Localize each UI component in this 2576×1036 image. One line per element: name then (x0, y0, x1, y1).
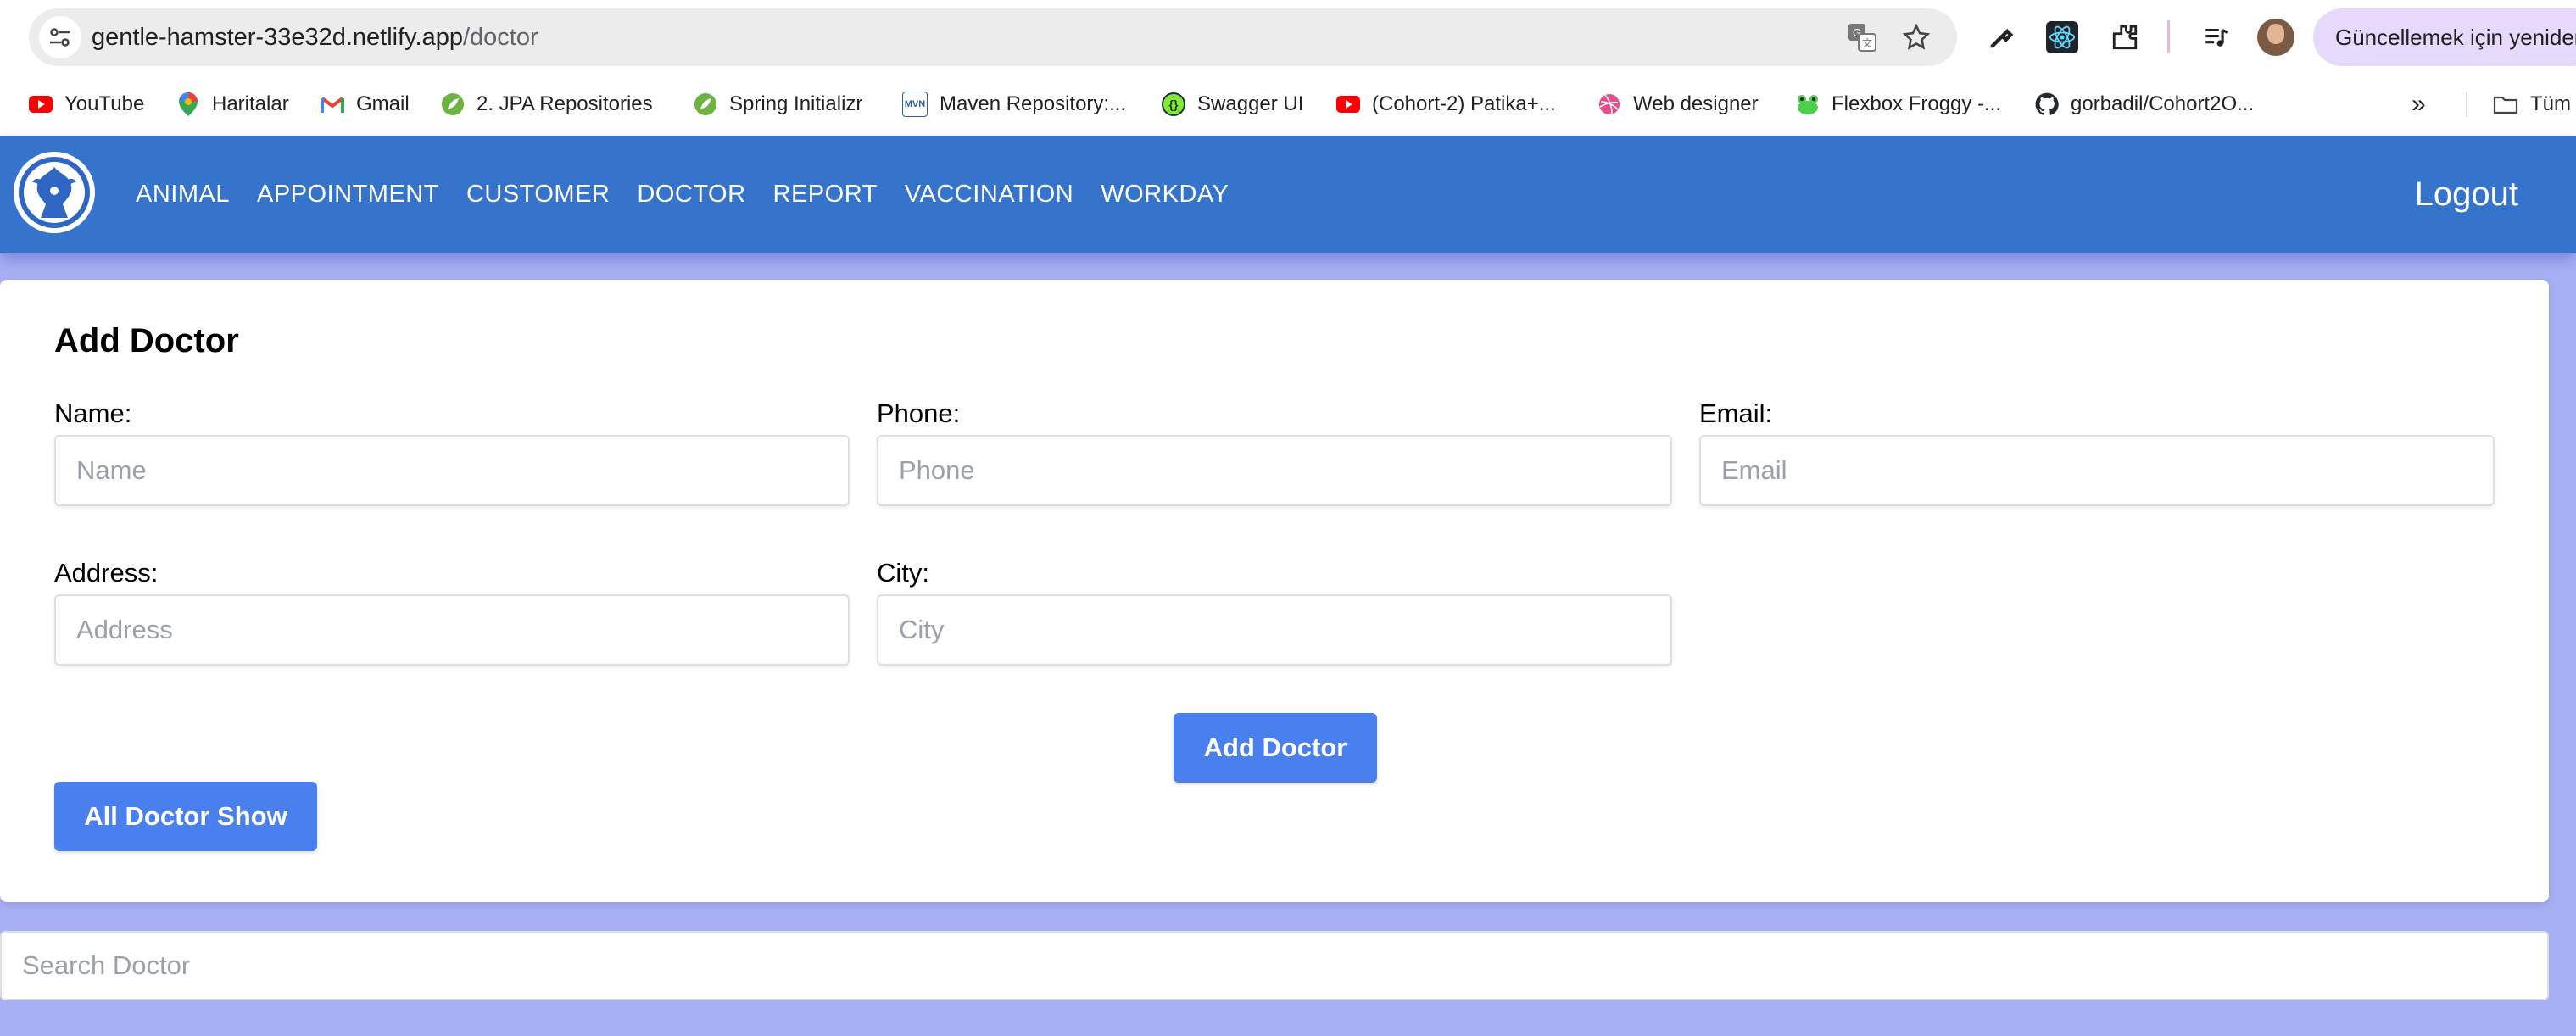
translate-icon[interactable]: G文 (1843, 19, 1881, 56)
bookmark-label: gorbadil/Cohort2O... (2071, 92, 2255, 115)
maven-icon: MVN (902, 92, 928, 117)
nav-link-vaccination[interactable]: VACCINATION (905, 181, 1073, 209)
all-doctor-show-button[interactable]: All Doctor Show (54, 782, 317, 851)
all-bookmarks-label: Tüm Yer İşaretleri (2530, 92, 2576, 115)
extensions-icon[interactable] (2105, 17, 2145, 58)
add-doctor-button[interactable]: Add Doctor (1174, 713, 1377, 783)
address-bar[interactable]: gentle-hamster-33e32d.netlify.app/doctor… (29, 8, 1957, 66)
bookmark-label: Gmail (356, 92, 410, 115)
maps-icon (176, 92, 200, 116)
url-path: /doctor (462, 24, 538, 51)
bookmark-spring-initializr[interactable]: Spring Initializr (694, 83, 862, 125)
bookmark-github-cohort[interactable]: gorbadil/Cohort2O... (2035, 83, 2254, 125)
bookmark-label: Swagger UI (1197, 92, 1304, 115)
all-bookmarks-folder[interactable]: Tüm Yer İşaretleri (2493, 83, 2576, 125)
update-browser-button[interactable]: Güncellemek için yeniden başlatın (2313, 8, 2576, 66)
toolbar-divider (2167, 20, 2170, 53)
bookmark-web-designer[interactable]: Web designer (1597, 83, 1759, 125)
bookmark-maven-repository[interactable]: MVN Maven Repository:... (902, 83, 1126, 125)
name-label: Name: (54, 398, 132, 428)
bookmark-label: Maven Repository:... (940, 92, 1127, 115)
github-icon (2035, 92, 2059, 116)
nav-links: ANIMAL APPOINTMENT CUSTOMER DOCTOR REPOR… (136, 136, 1229, 253)
svg-text:文: 文 (1862, 36, 1872, 49)
swagger-icon: {} (1162, 92, 1185, 116)
dribbble-icon (1597, 92, 1621, 116)
url-host: gentle-hamster-33e32d.netlify.app (92, 24, 463, 51)
svg-text:{}: {} (1169, 97, 1179, 111)
bookmark-youtube[interactable]: YouTube (29, 83, 144, 125)
address-input[interactable] (54, 594, 850, 666)
frog-icon (1796, 92, 1820, 116)
vet-logo-icon (19, 157, 90, 228)
email-label: Email: (1699, 398, 1773, 428)
url-text[interactable]: gentle-hamster-33e32d.netlify.app/doctor (92, 8, 538, 66)
email-input[interactable] (1699, 435, 2495, 506)
phone-label: Phone: (877, 398, 961, 428)
nav-link-report[interactable]: REPORT (773, 181, 878, 209)
bookmark-swagger-ui[interactable]: {} Swagger UI (1162, 83, 1303, 125)
bookmark-label: YouTube (64, 92, 145, 115)
youtube-icon (1336, 92, 1360, 116)
bookmark-star-icon[interactable] (1898, 19, 1935, 56)
folder-icon (2493, 94, 2518, 114)
city-label: City: (877, 558, 929, 588)
bookmark-label: Web designer (1633, 92, 1759, 115)
gmail-icon (321, 92, 344, 116)
profile-avatar[interactable] (2257, 19, 2294, 56)
bookmarks-bar: YouTube Haritalar Gmail 2. JPA Repositor… (0, 83, 2576, 125)
app-navbar: ANIMAL APPOINTMENT CUSTOMER DOCTOR REPOR… (0, 136, 2576, 253)
bookmark-gmail[interactable]: Gmail (321, 83, 410, 125)
nav-link-customer[interactable]: CUSTOMER (466, 181, 610, 209)
form-title: Add Doctor (54, 322, 239, 359)
more-bookmarks-chevron-icon[interactable]: » (2412, 83, 2426, 125)
eyedropper-icon[interactable] (1981, 17, 2021, 58)
city-input[interactable] (877, 594, 1672, 666)
bookmark-label: 2. JPA Repositories (477, 92, 653, 115)
bookmark-jpa-repositories[interactable]: 2. JPA Repositories (441, 83, 653, 125)
spring-icon (694, 92, 717, 116)
bookmark-cohort-patika[interactable]: (Cohort-2) Patika+... (1336, 83, 1556, 125)
name-input[interactable] (54, 435, 850, 506)
app-logo[interactable] (14, 152, 95, 233)
site-info-icon[interactable] (39, 16, 81, 58)
bookmark-haritalar[interactable]: Haritalar (176, 83, 289, 125)
media-playlist-icon[interactable] (2196, 17, 2237, 58)
bookmark-label: Flexbox Froggy -... (1832, 92, 2002, 115)
bookmark-label: Spring Initializr (729, 92, 863, 115)
phone-input[interactable] (877, 435, 1672, 506)
bookmark-flexbox-froggy[interactable]: Flexbox Froggy -... (1796, 83, 2001, 125)
nav-link-workday[interactable]: WORKDAY (1101, 181, 1229, 209)
youtube-icon (29, 92, 53, 116)
bookmarks-divider (2466, 92, 2467, 117)
nav-link-animal[interactable]: ANIMAL (136, 181, 230, 209)
nav-link-appointment[interactable]: APPOINTMENT (257, 181, 439, 209)
bookmark-label: (Cohort-2) Patika+... (1372, 92, 1556, 115)
add-doctor-card: Add Doctor Name: Phone: Email: Address: … (0, 280, 2549, 902)
address-label: Address: (54, 558, 159, 588)
browser-chrome: gentle-hamster-33e32d.netlify.app/doctor… (0, 0, 2576, 136)
nav-link-doctor[interactable]: DOCTOR (637, 181, 745, 209)
bookmark-label: Haritalar (212, 92, 289, 115)
react-devtools-icon[interactable] (2042, 17, 2083, 58)
spring-icon (441, 92, 465, 116)
search-doctor-input[interactable] (0, 931, 2549, 1000)
logout-button[interactable]: Logout (2415, 136, 2518, 253)
